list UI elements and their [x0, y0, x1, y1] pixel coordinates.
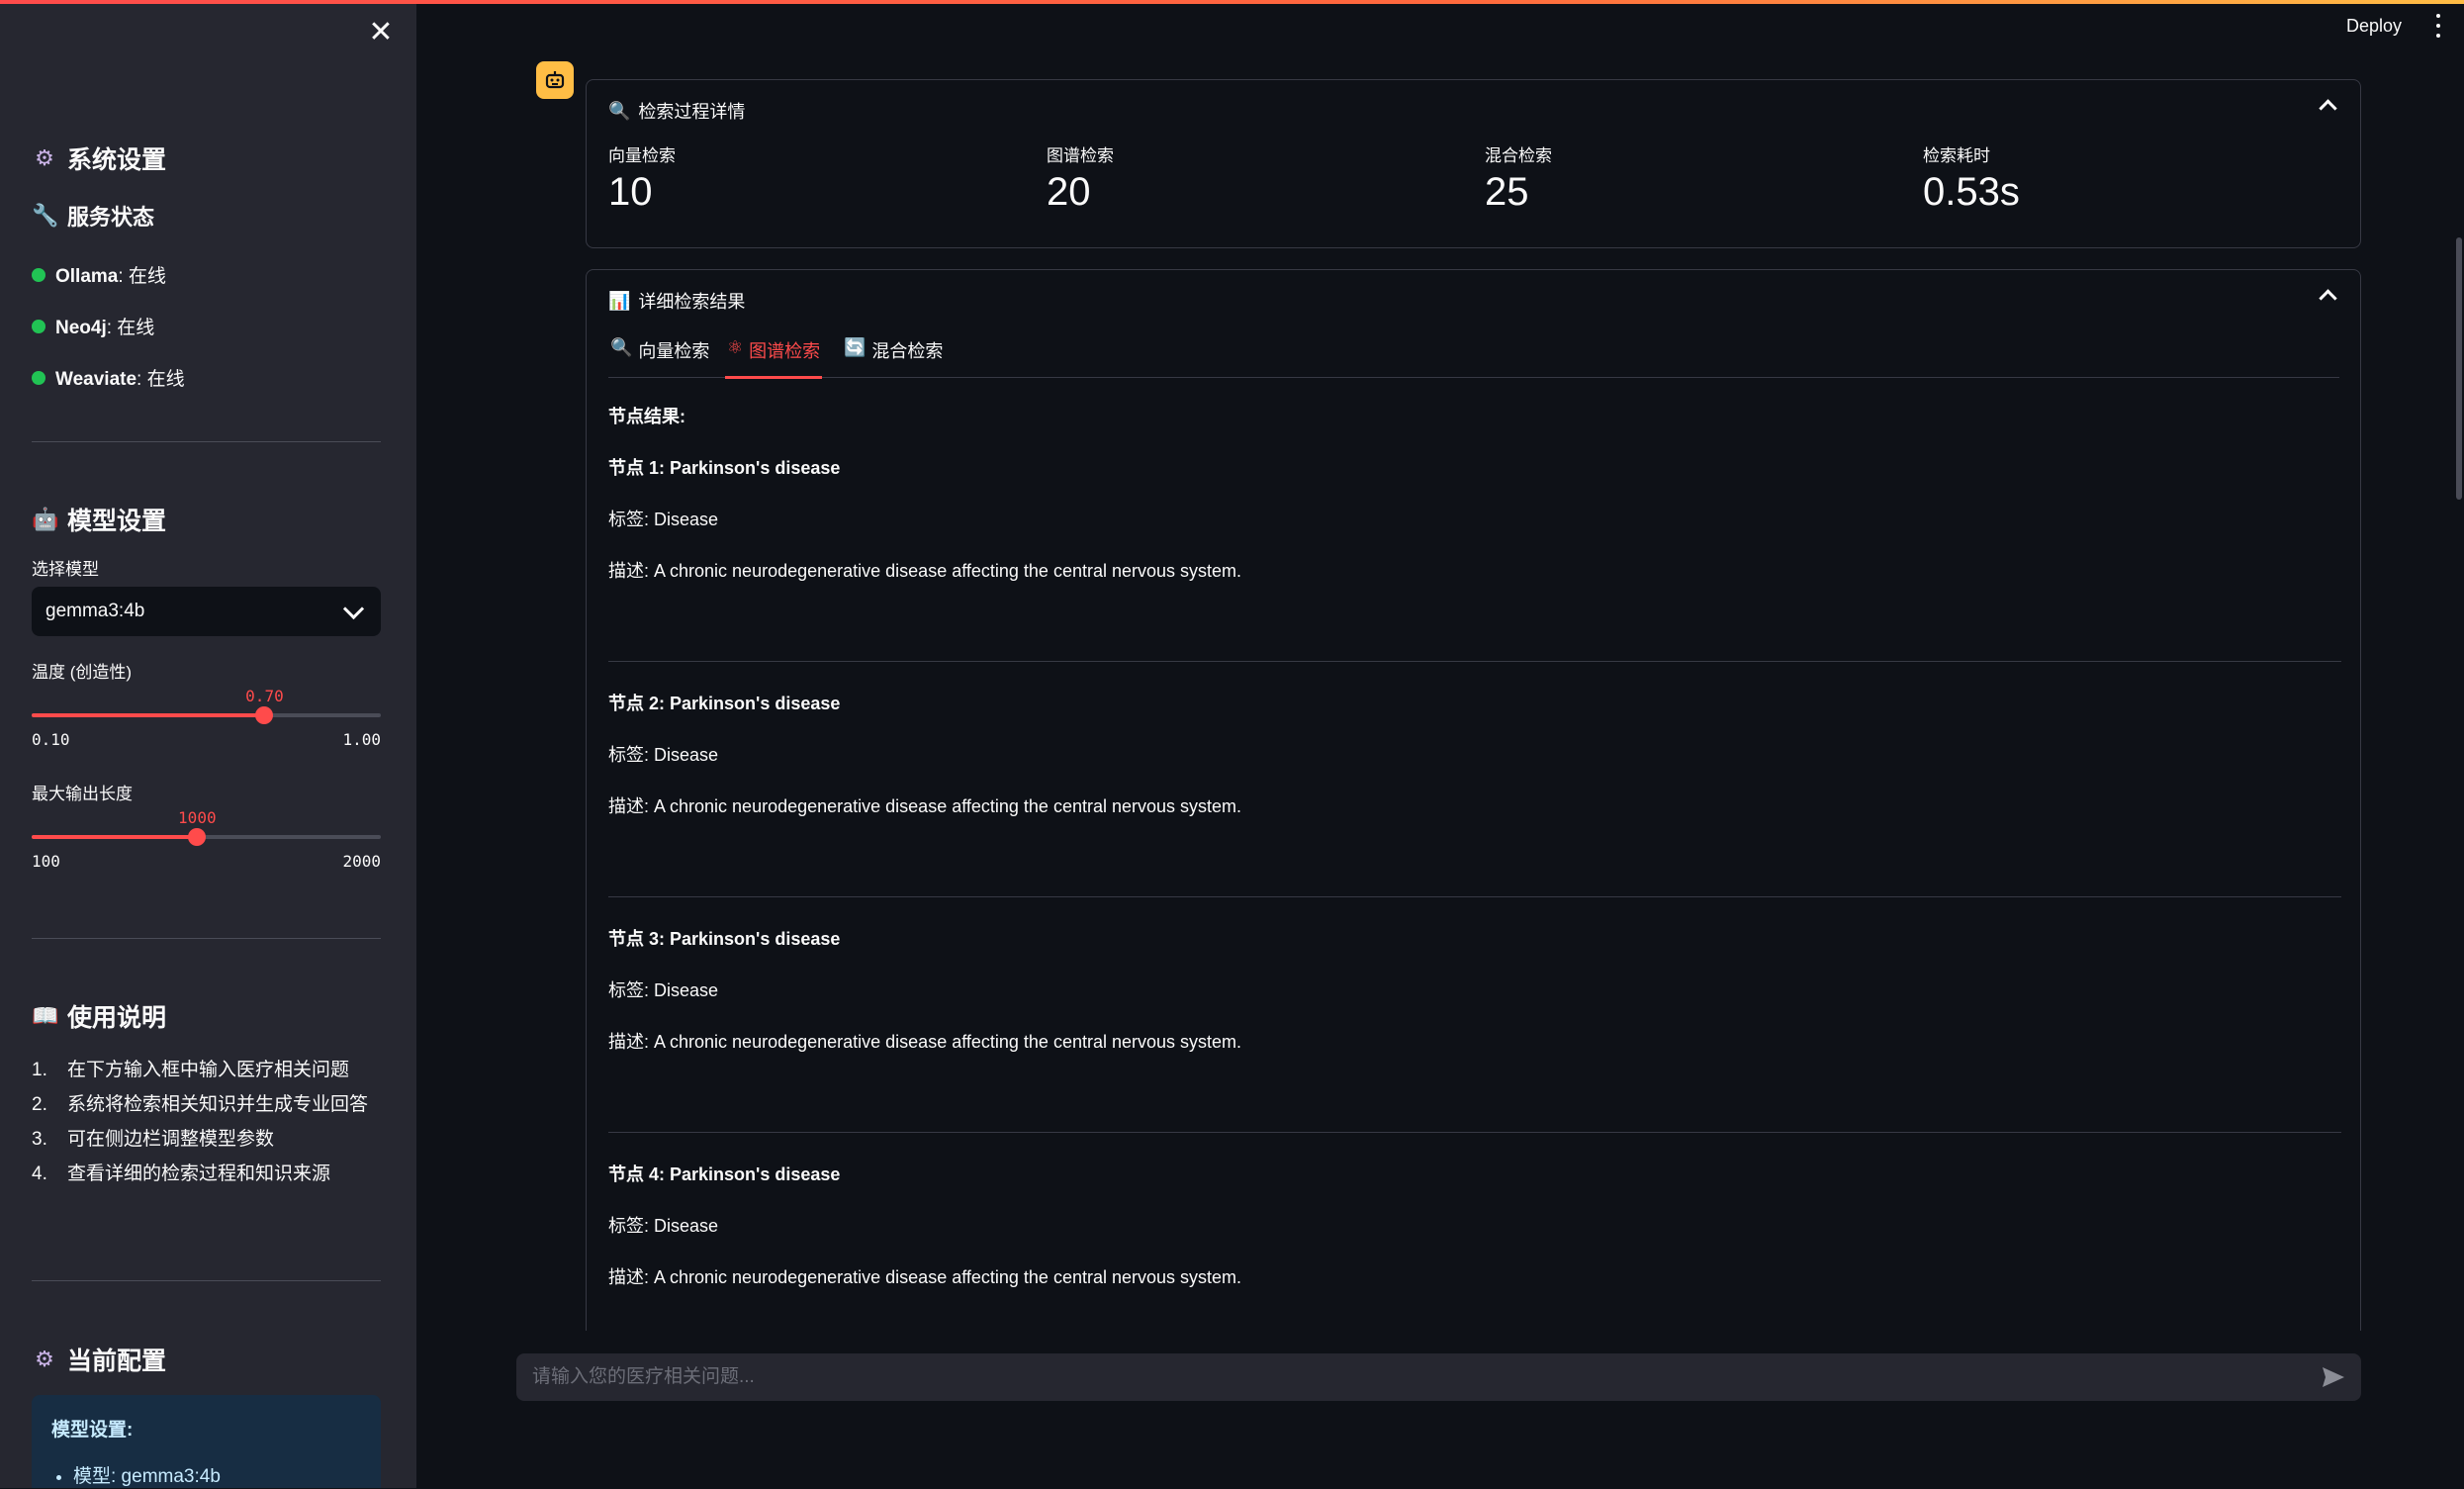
config-title: 模型设置: [51, 1420, 134, 1441]
max-tokens-value: 1000 [178, 808, 217, 827]
temperature-label: 温度 (创造性) [32, 663, 133, 682]
node-description: 描述: A chronic neurodegenerative disease … [608, 1267, 1242, 1287]
node-title: 节点 2: Parkinson's disease [608, 694, 841, 713]
node-title: 节点 3: Parkinson's disease [608, 929, 841, 949]
chevron-down-icon [342, 598, 365, 619]
metric-vector: 向量检索 10 [608, 146, 676, 214]
node-title: 节点 4: Parkinson's disease [608, 1164, 841, 1184]
chat-input-bar [516, 1353, 2361, 1401]
config-info-box: 模型设置: 模型: gemma3:4b [32, 1395, 381, 1488]
metric-latency: 检索耗时 0.53s [1923, 146, 2020, 214]
node-tag: 标签: Disease [608, 745, 719, 765]
slider-thumb[interactable] [188, 828, 207, 846]
list-item: 4. 查看详细的检索过程和知识来源 [32, 1163, 331, 1184]
slider-track [32, 828, 381, 846]
max-tokens-min: 100 [32, 852, 60, 871]
chat-input[interactable] [530, 1365, 2320, 1389]
refresh-icon: 🔄 [844, 337, 867, 357]
magnifier-icon: 🔍 [610, 337, 633, 357]
node-title: 节点 1: Parkinson's disease [608, 458, 841, 478]
close-icon: ✕ [368, 16, 394, 48]
node-tag: 标签: Disease [608, 1216, 719, 1236]
sidebar-divider [32, 441, 381, 442]
sidebar-divider [32, 938, 381, 939]
kebab-dot-icon [2436, 14, 2440, 18]
online-dot-icon [32, 370, 46, 385]
main-menu-button[interactable] [2436, 14, 2442, 38]
slider-fill [32, 835, 198, 839]
node-description: 描述: A chronic neurodegenerative disease … [608, 796, 1242, 816]
book-icon: 📖 [32, 1003, 59, 1028]
detailed-results-header[interactable]: 📊 详细检索结果 [608, 288, 745, 314]
atom-icon: ⚛ [727, 337, 744, 357]
send-button[interactable] [2320, 1363, 2347, 1391]
wrench-icon: 🔧 [32, 203, 59, 228]
section-title: 节点结果: [608, 407, 685, 426]
detailed-results-expander: 📊 详细检索结果 🔍 向量检索 ⚛ 图谱检索 🔄 混合检索 节点结果: 节点 1… [586, 269, 2361, 1456]
gear-icon: ⚙ [35, 1347, 54, 1371]
max-tokens-max: 2000 [342, 852, 381, 871]
usage-list: 1. 在下方输入框中输入医疗相关问题 2. 系统将检索相关知识并生成专业回答 3. 可… [32, 1053, 373, 1191]
list-item: 节点 2: Parkinson's disease 标签: Disease 描述… [608, 662, 2341, 897]
list-item: 节点 1: Parkinson's disease 标签: Disease 描述… [608, 426, 2341, 662]
assistant-avatar-icon [536, 61, 574, 99]
max-tokens-slider[interactable]: 1000 100 2000 [32, 808, 381, 871]
select-model-label: 选择模型 [32, 560, 99, 579]
node-description: 描述: A chronic neurodegenerative disease … [608, 1032, 1242, 1052]
retrieval-process-header[interactable]: 🔍 检索过程详情 [608, 98, 745, 124]
temperature-value: 0.70 [245, 687, 284, 705]
magnifier-icon: 🔍 [608, 100, 631, 121]
list-item: 3. 可在侧边栏调整模型参数 [32, 1129, 275, 1150]
retrieval-process-expander: 🔍 检索过程详情 向量检索 10 图谱检索 20 混合检索 25 检索耗时 0.… [586, 79, 2361, 248]
model-select[interactable]: gemma3:4b [32, 587, 381, 636]
send-icon [2323, 1367, 2344, 1387]
bar-chart-icon: 📊 [608, 290, 631, 311]
close-sidebar-button[interactable]: ✕ [366, 18, 396, 47]
online-dot-icon [32, 267, 46, 282]
status-weaviate: Weaviate: 在线 [32, 364, 185, 391]
sidebar: ✕ ⚙ 系统设置 🔧 服务状态 Ollama: 在线 Neo4j: 在线 Wea… [0, 4, 416, 1488]
page-scrollbar[interactable] [2456, 237, 2462, 500]
node-tag: 标签: Disease [608, 510, 719, 529]
sidebar-divider [32, 1280, 381, 1281]
service-status-heading: 🔧 服务状态 [32, 203, 155, 230]
results-tabs: 🔍 向量检索 ⚛ 图谱检索 🔄 混合检索 [608, 337, 2339, 379]
slider-track [32, 706, 381, 724]
robot-icon: 🤖 [32, 507, 59, 531]
chevron-up-icon[interactable] [2319, 99, 2337, 118]
model-settings-heading: 🤖 模型设置 [32, 507, 167, 535]
status-neo4j: Neo4j: 在线 [32, 313, 154, 339]
config-model-line: 模型: gemma3:4b [73, 1461, 361, 1488]
temperature-max: 1.00 [342, 730, 381, 749]
online-dot-icon [32, 319, 46, 333]
temperature-min: 0.10 [32, 730, 70, 749]
usage-heading: 📖 使用说明 [32, 1003, 167, 1032]
tab-graph[interactable]: ⚛ 图谱检索 [725, 337, 823, 379]
list-item: 节点 3: Parkinson's disease 标签: Disease 描述… [608, 897, 2341, 1133]
metric-hybrid: 混合检索 25 [1485, 146, 1552, 214]
list-item: 1. 在下方输入框中输入医疗相关问题 [32, 1060, 350, 1080]
metric-graph: 图谱检索 20 [1047, 146, 1114, 214]
gear-icon: ⚙ [35, 145, 54, 170]
tab-hybrid[interactable]: 🔄 混合检索 [842, 337, 945, 377]
deploy-button[interactable]: Deploy [2346, 16, 2402, 37]
max-tokens-label: 最大输出长度 [32, 785, 133, 803]
current-config-heading: ⚙ 当前配置 [32, 1342, 166, 1377]
chevron-up-icon[interactable] [2319, 289, 2337, 308]
list-item: 2. 系统将检索相关知识并生成专业回答 [32, 1094, 369, 1115]
slider-thumb[interactable] [255, 706, 274, 724]
node-description: 描述: A chronic neurodegenerative disease … [608, 561, 1242, 581]
slider-fill [32, 713, 265, 717]
temperature-slider[interactable]: 0.70 0.10 1.00 [32, 687, 381, 749]
robot-face-icon [545, 71, 565, 89]
system-settings-heading: ⚙ 系统设置 [32, 140, 166, 176]
node-tag: 标签: Disease [608, 980, 719, 1000]
status-ollama: Ollama: 在线 [32, 261, 166, 288]
tab-vector[interactable]: 🔍 向量检索 [608, 337, 711, 377]
